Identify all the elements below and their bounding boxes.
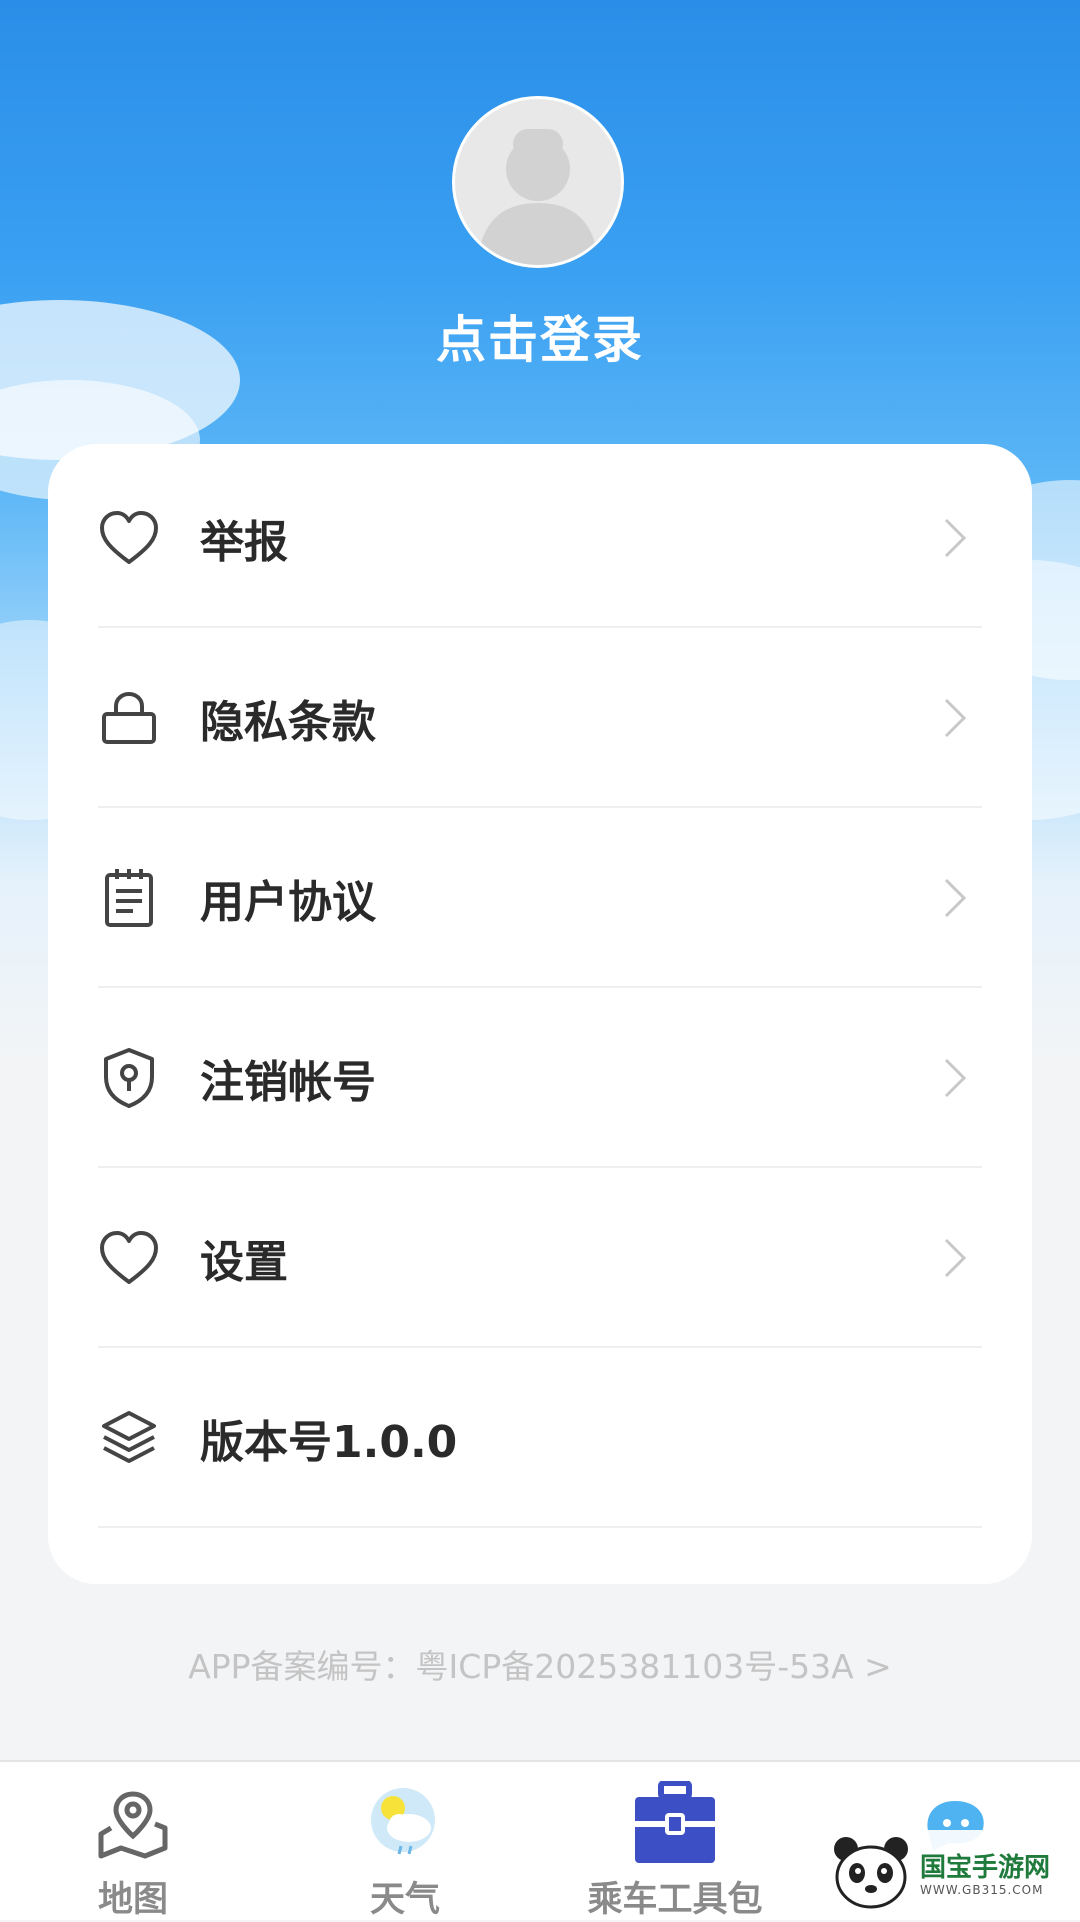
menu-item-user-agreement[interactable]: 用户协议 xyxy=(98,808,1032,988)
weather-icon xyxy=(360,1780,450,1867)
layers-icon xyxy=(98,1407,160,1469)
menu-item-report[interactable]: 举报 xyxy=(98,448,1032,628)
icp-record-link[interactable]: APP备案编号：粤ICP备2025381103号-53A > xyxy=(0,1640,1080,1688)
menu-item-label: 设置 xyxy=(200,1237,288,1288)
watermark-title: 国宝手游网 xyxy=(920,1853,1051,1883)
heart-icon xyxy=(98,1227,160,1289)
menu-item-label: 用户协议 xyxy=(200,877,376,928)
watermark-url: WWW.GB315.COM xyxy=(920,1883,1044,1897)
panda-logo-icon xyxy=(828,1833,914,1917)
tab-label: 天气 xyxy=(369,1880,440,1920)
avatar[interactable] xyxy=(452,96,624,268)
menu-item-version: 版本号1.0.0 xyxy=(98,1348,1032,1528)
shield-keyhole-icon xyxy=(98,1047,160,1109)
tab-label: 地图 xyxy=(97,1880,168,1920)
tab-ride-toolkit[interactable]: 乘车工具包 xyxy=(570,1762,780,1922)
chevron-right-icon xyxy=(944,518,967,558)
menu-item-privacy[interactable]: 隐私条款 xyxy=(98,628,1032,808)
chevron-right-icon xyxy=(944,878,967,918)
tab-label: 乘车工具包 xyxy=(587,1880,763,1920)
menu-item-delete-account[interactable]: 注销帐号 xyxy=(98,988,1032,1168)
chevron-right-icon xyxy=(944,1238,967,1278)
tab-map[interactable]: 地图 xyxy=(68,1762,198,1922)
chevron-right-icon xyxy=(944,698,967,738)
toolbox-icon xyxy=(630,1780,720,1867)
menu-item-label: 注销帐号 xyxy=(200,1057,376,1108)
login-link[interactable]: 点击登录 xyxy=(0,300,1080,372)
notepad-icon xyxy=(98,867,160,929)
menu-item-label: 隐私条款 xyxy=(200,697,376,748)
menu-item-settings[interactable]: 设置 xyxy=(98,1168,1032,1348)
tab-weather[interactable]: 天气 xyxy=(340,1762,470,1922)
chevron-right-icon xyxy=(944,1058,967,1098)
heart-icon xyxy=(98,507,160,569)
default-avatar-icon xyxy=(477,129,599,265)
version-label: 版本号1.0.0 xyxy=(200,1417,458,1468)
watermark: 国宝手游网 WWW.GB315.COM xyxy=(828,1830,1080,1920)
map-pin-icon xyxy=(88,1780,178,1867)
lock-icon xyxy=(98,687,160,749)
divider xyxy=(98,1526,982,1528)
menu-item-label: 举报 xyxy=(200,517,288,568)
menu-card: 举报 隐私条款 用户协议 注销帐号 设置 版本号1.0.0 xyxy=(48,444,1032,1584)
